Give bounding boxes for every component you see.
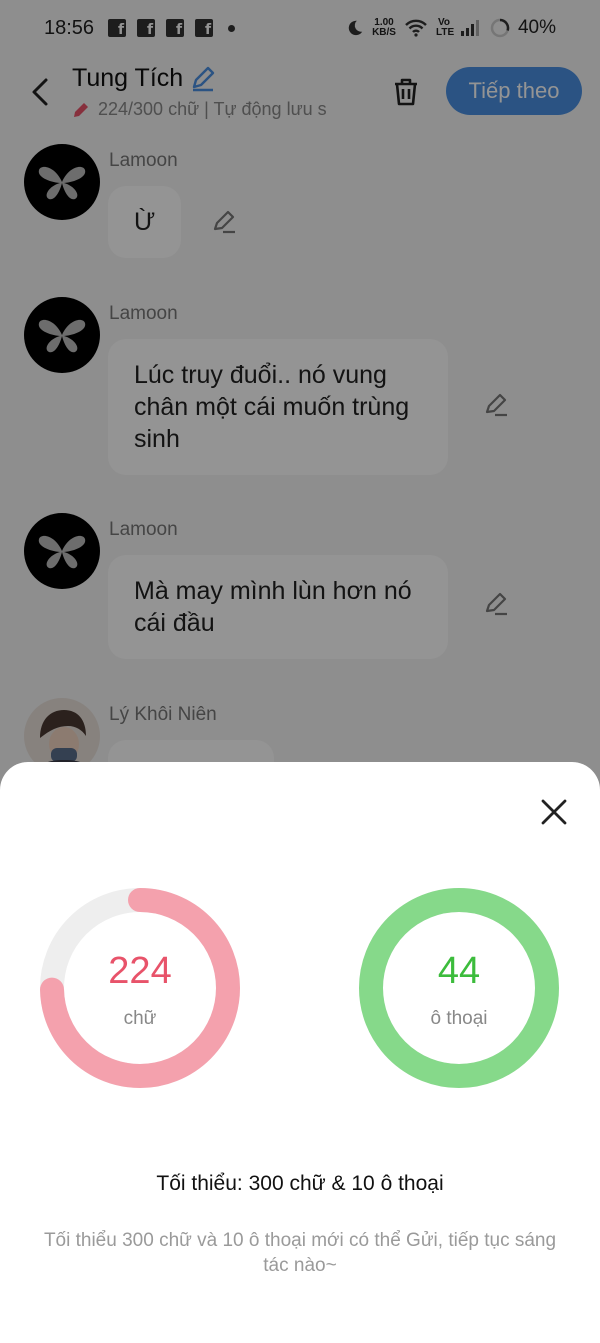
dialog-count-ring: 44 ô thoại xyxy=(359,888,559,1088)
dialog-count-value: 44 xyxy=(437,950,481,992)
close-button[interactable] xyxy=(537,795,571,829)
dialog-count-unit: ô thoại xyxy=(430,1008,488,1029)
word-count-ring: 224 chữ xyxy=(40,888,240,1088)
word-count-value: 224 xyxy=(108,950,172,992)
word-count-unit: chữ xyxy=(123,1008,157,1029)
minimum-requirement-title: Tối thiểu: 300 chữ & 10 ô thoại xyxy=(156,1172,444,1195)
progress-sheet: 224 chữ 44 ô thoại Tối thiểu: 300 chữ & … xyxy=(0,762,600,1343)
close-icon xyxy=(541,799,567,825)
minimum-requirement-description: Tối thiểu 300 chữ và 10 ô thoại mới có t… xyxy=(43,1230,557,1276)
